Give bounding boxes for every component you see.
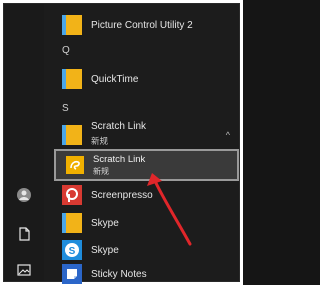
annotation-arrow — [147, 173, 192, 246]
screenshot-frame: Picture Control Utility 2 Q QuickTime S … — [0, 0, 243, 285]
